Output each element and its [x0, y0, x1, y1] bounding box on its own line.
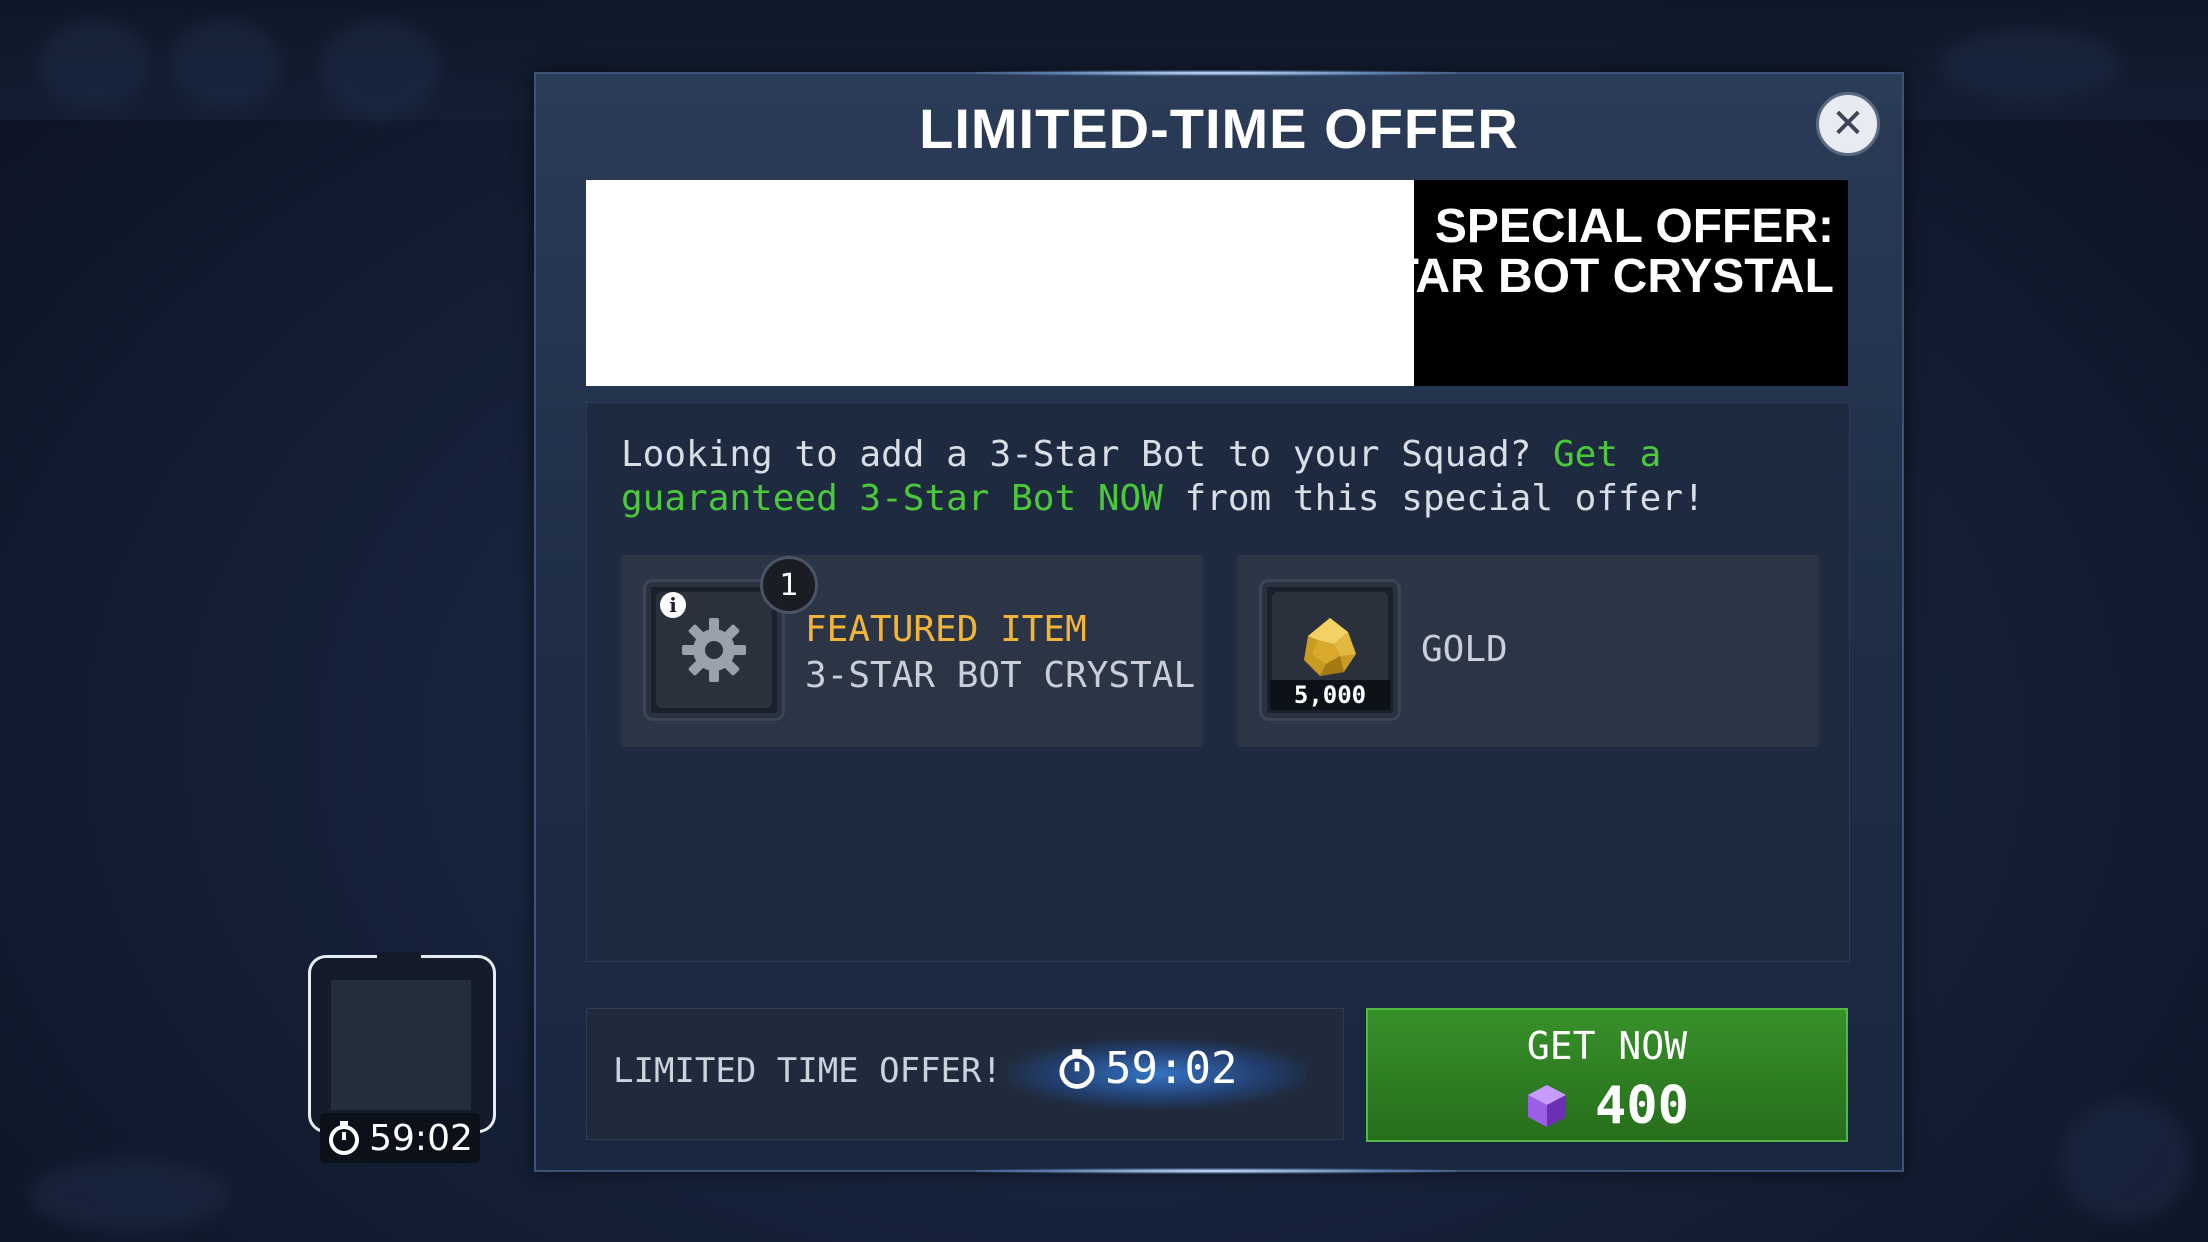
banner-title: SPECIAL OFFER: STAR BOT CRYSTAL: [1358, 202, 1834, 302]
offer-content-panel: Looking to add a 3-Star Bot to your Squa…: [586, 402, 1850, 962]
item-count-badge: 1: [760, 556, 818, 614]
background-decoration: [170, 20, 280, 110]
limited-time-label: LIMITED TIME OFFER!: [613, 1051, 1002, 1091]
background-decoration: [40, 20, 150, 110]
item-slot[interactable]: 5,000: [1259, 579, 1401, 721]
offer-timer: 59:02: [1057, 1043, 1237, 1094]
close-button[interactable]: ✕: [1816, 92, 1880, 156]
offer-dialog: LIMITED-TIME OFFER ✕ SPECIAL OFFER: STAR…: [534, 70, 1904, 1174]
featured-item-text: FEATURED ITEM 3-STAR BOT CRYSTAL: [805, 607, 1195, 699]
background-decoration: [1940, 30, 2120, 100]
offer-description: Looking to add a 3-Star Bot to your Squa…: [621, 433, 1821, 521]
background-decoration: [30, 1160, 230, 1230]
description-text: Looking to add a 3-Star Bot to your Squa…: [621, 434, 1553, 475]
background-decoration: [320, 20, 440, 120]
offer-timer-panel: LIMITED TIME OFFER! 59:02: [586, 1008, 1344, 1140]
price-row: 400: [1368, 1076, 1846, 1136]
featured-item-name: 3-STAR BOT CRYSTAL: [805, 655, 1196, 696]
gold-item-name: GOLD: [1421, 629, 1508, 670]
info-icon[interactable]: i: [660, 592, 686, 618]
widget-timer-text: 59:02: [369, 1117, 473, 1159]
featured-item-label: FEATURED ITEM: [805, 609, 1087, 650]
featured-item-card[interactable]: i 1 FEATURED ITEM 3-STAR BOT CRYSTAL: [621, 555, 1203, 747]
description-text-end: from this special offer!: [1162, 478, 1705, 519]
stopwatch-icon: [1059, 1048, 1095, 1089]
gear-icon: [682, 618, 746, 682]
offer-timer-text: 59:02: [1105, 1043, 1238, 1094]
purple-gem-icon: [1528, 1085, 1567, 1127]
banner-title-line2: STAR BOT CRYSTAL: [1357, 250, 1834, 303]
gold-nugget-icon: [1304, 618, 1356, 676]
gold-item-card[interactable]: 5,000 GOLD: [1237, 555, 1819, 747]
banner-title-line1: SPECIAL OFFER:: [1434, 200, 1834, 253]
widget-thumbnail: [331, 980, 471, 1110]
offer-banner: SPECIAL OFFER: STAR BOT CRYSTAL: [586, 180, 1848, 386]
stopwatch-icon: [329, 1121, 360, 1155]
background-decoration: [2060, 1100, 2190, 1220]
offer-shortcut-widget[interactable]: 59:02: [308, 952, 496, 1167]
item-slot[interactable]: i 1: [643, 556, 818, 721]
price-value: 400: [1595, 1076, 1689, 1136]
close-icon: ✕: [1831, 101, 1865, 147]
get-now-button[interactable]: GET NOW 400: [1366, 1008, 1848, 1142]
dialog-title: LIMITED-TIME OFFER: [919, 97, 1519, 160]
widget-frame: [308, 952, 496, 1133]
item-quantity: 5,000: [1270, 680, 1390, 710]
get-now-label: GET NOW: [1526, 1024, 1688, 1068]
widget-timer: 59:02: [320, 1113, 480, 1163]
banner-image: [586, 180, 1414, 386]
